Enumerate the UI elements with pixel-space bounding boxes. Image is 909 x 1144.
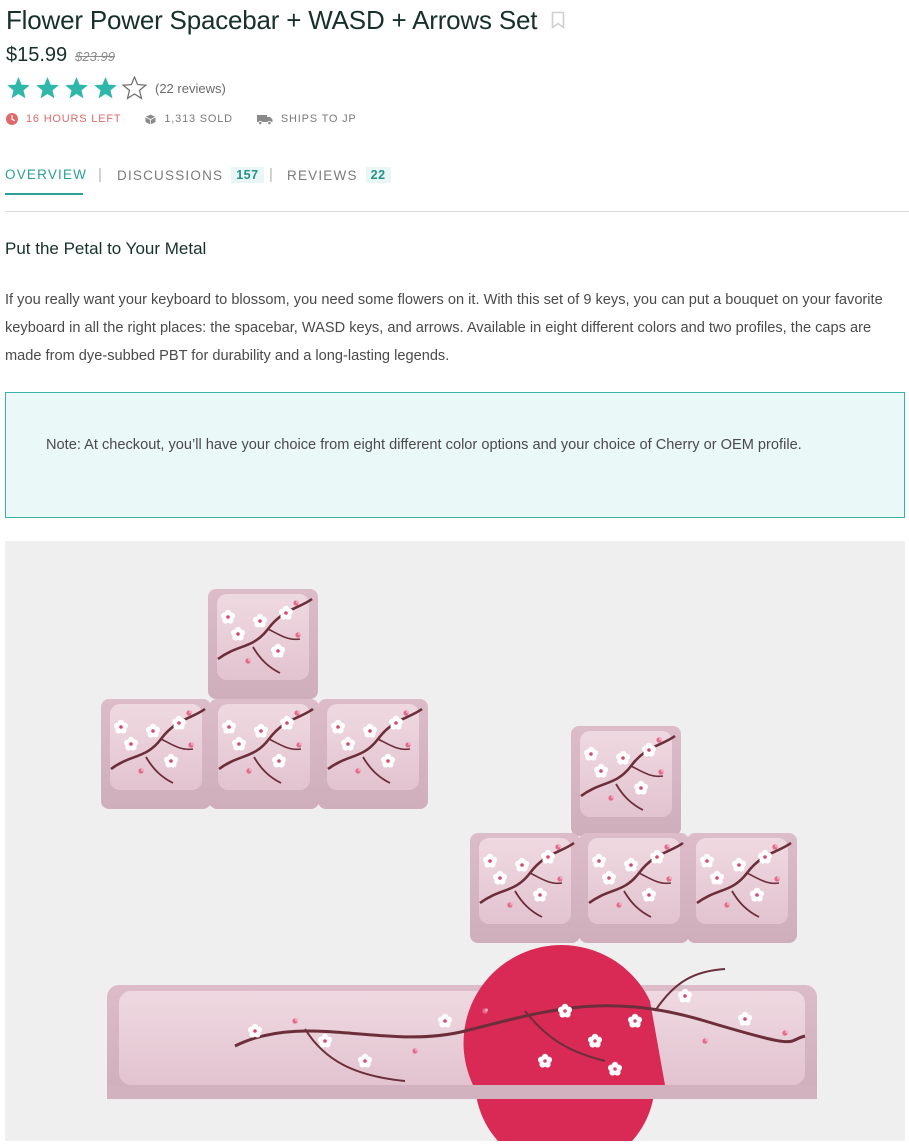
overview-heading: Put the Petal to Your Metal [5, 239, 207, 258]
shipping-label: SHIPS TO JP [280, 113, 357, 125]
original-price: $23.99 [75, 49, 115, 64]
checkout-note: Note: At checkout, you’ll have your choi… [5, 392, 905, 518]
tab-discussions[interactable]: DISCUSSIONS 157 [117, 167, 264, 183]
time-left: 16 HOURS LEFT [6, 113, 121, 125]
star-full-icon [6, 76, 31, 100]
star-rating[interactable] [6, 75, 151, 100]
checkout-note-text: Note: At checkout, you’ll have your choi… [46, 437, 802, 453]
reviews-count[interactable]: (22 reviews) [155, 81, 226, 96]
deal-meta: 16 HOURS LEFT 1,313 SOLD SHIPS TO JP [6, 111, 906, 127]
box-icon [145, 114, 157, 125]
product-photo [5, 541, 905, 1141]
tab-separator: | [98, 166, 102, 183]
truck-icon [256, 114, 273, 125]
tab-overview[interactable]: OVERVIEW [5, 167, 87, 182]
tab-overview-label[interactable]: OVERVIEW [5, 167, 87, 182]
tab-reviews[interactable]: REVIEWS 22 [287, 167, 391, 183]
price-row: $15.99 $23.99 [6, 44, 906, 67]
sold-label: 1,313 SOLD [164, 113, 233, 125]
tab-separator: | [269, 166, 273, 183]
product-title: Flower Power Spacebar + WASD + Arrows Se… [6, 4, 538, 35]
clock-icon [6, 113, 18, 125]
rating-row[interactable]: (22 reviews) [6, 75, 906, 100]
star-full-icon [35, 76, 60, 100]
shipping-info: SHIPS TO JP [256, 113, 357, 125]
reviews-count-badge[interactable]: 22 [365, 167, 391, 183]
star-full-icon [64, 76, 89, 100]
star-full-icon [93, 76, 118, 100]
bookmark-icon[interactable] [551, 11, 565, 29]
sale-price: $15.99 [6, 44, 68, 66]
product-tabs: OVERVIEW | DISCUSSIONS 157 | REVIEWS 22 [5, 158, 909, 212]
discussions-count-badge[interactable]: 157 [231, 167, 264, 183]
overview-description: If you really want your keyboard to blos… [5, 292, 883, 364]
tab-reviews-label[interactable]: REVIEWS [287, 168, 358, 183]
star-outline-icon [121, 75, 148, 100]
time-left-label: 16 HOURS LEFT [26, 113, 122, 125]
active-tab-indicator [5, 193, 83, 195]
tab-discussions-label[interactable]: DISCUSSIONS [117, 168, 223, 183]
product-header: Flower Power Spacebar + WASD + Arrows Se… [6, 4, 906, 127]
sold-count: 1,313 SOLD [145, 113, 233, 125]
